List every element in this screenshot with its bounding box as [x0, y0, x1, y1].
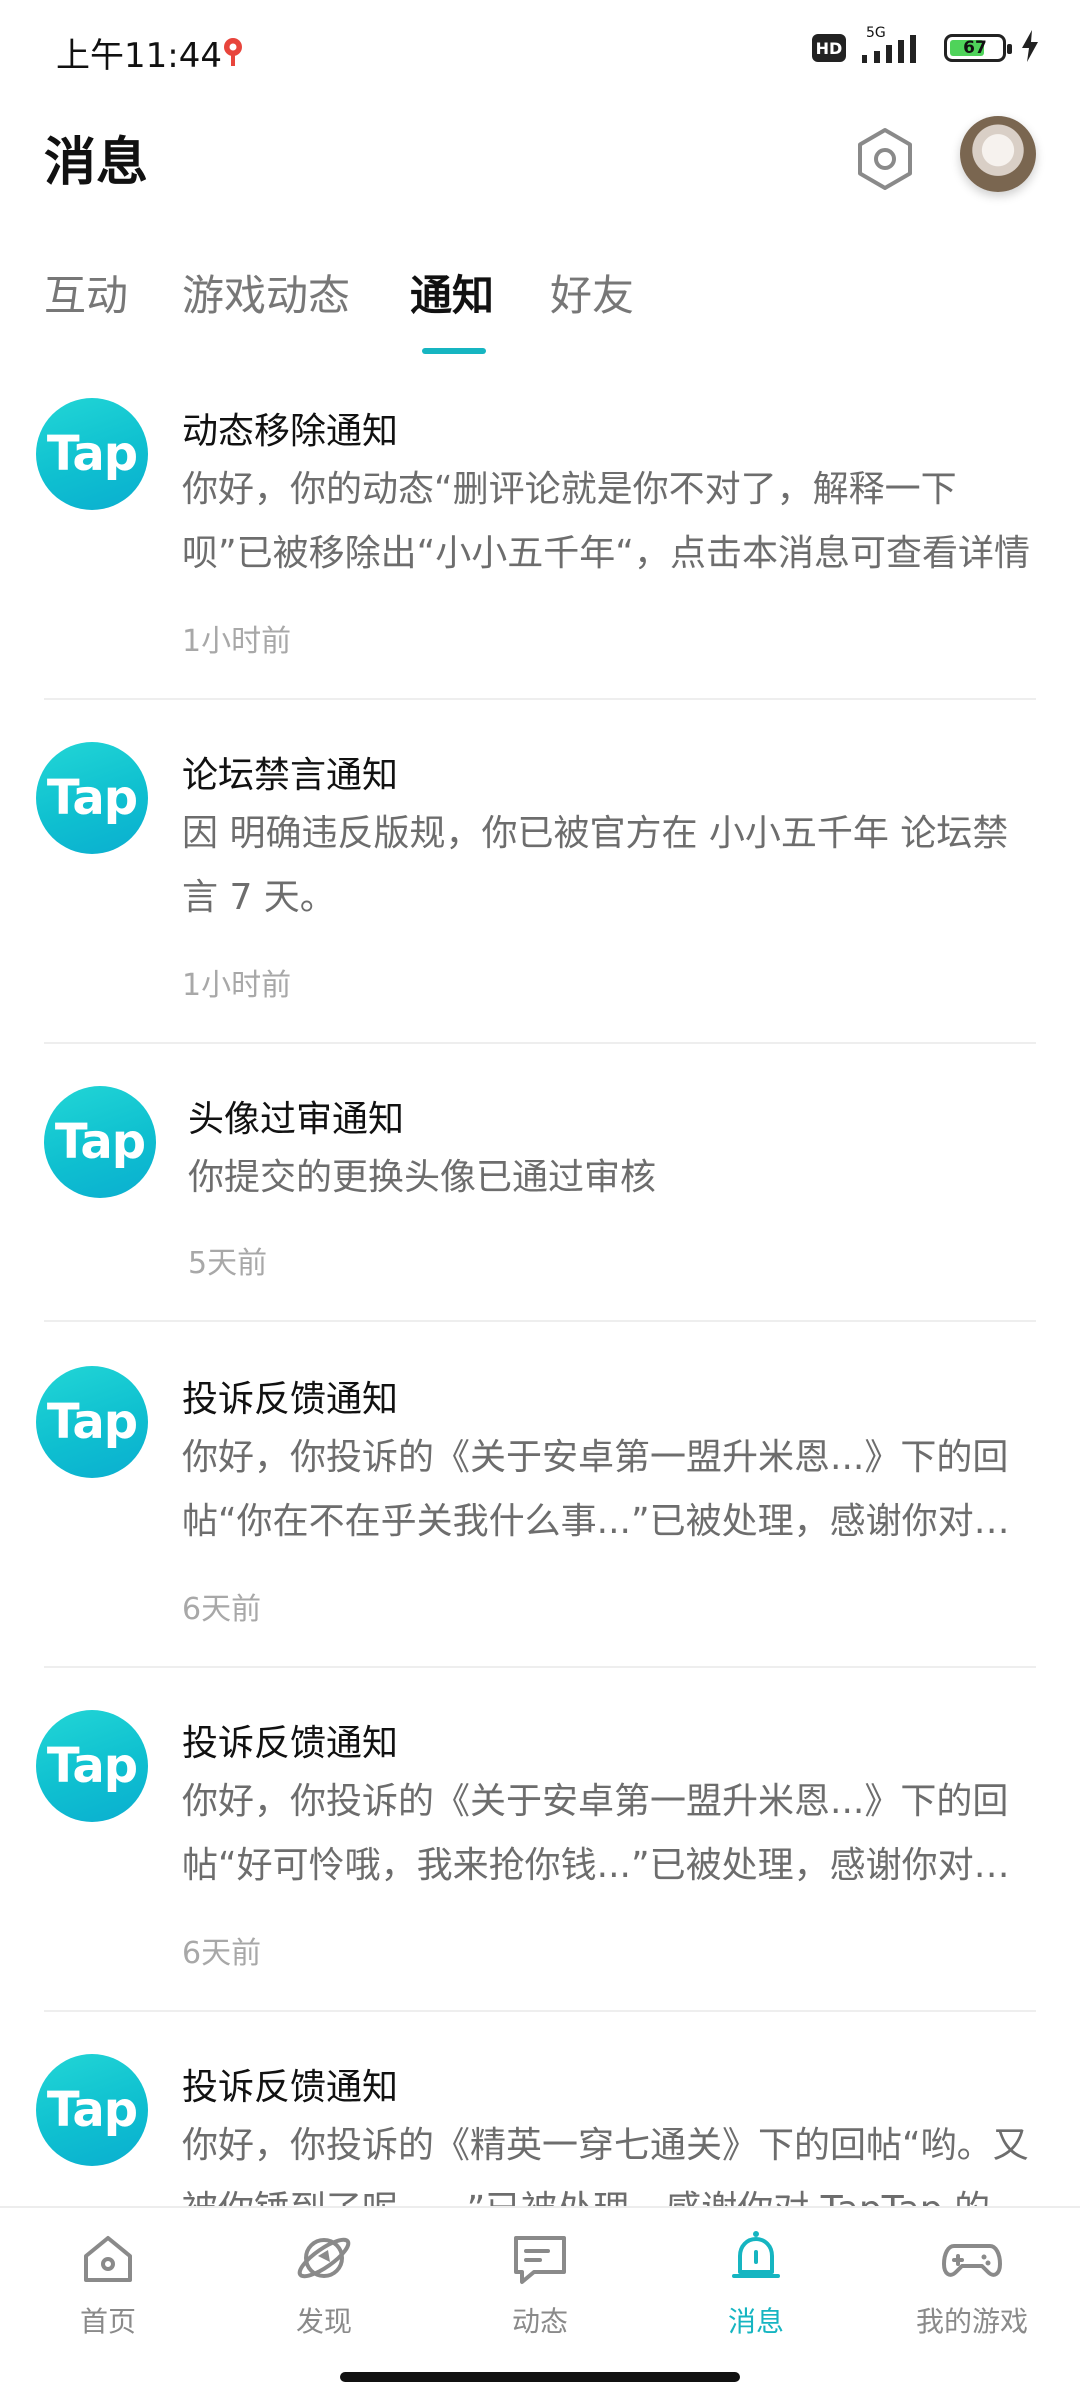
tab-interaction[interactable]: 互动 [44, 262, 128, 323]
network-type: 5G [866, 25, 886, 41]
notification-body: 因 明确违反版规，你已被官方在 小小五千年 论坛禁言 7 天。 [182, 813, 1009, 918]
notification-title: 投诉反馈通知 [182, 1723, 399, 1764]
notification-body: 你提交的更换头像已通过审核 [188, 1157, 657, 1198]
taptap-logo-icon: Tap [36, 742, 148, 854]
status-time: 上午11:44 [56, 36, 222, 76]
notification-body: 你好，你投诉的《关于安卓第一盟升米恩...》下的回帖“你在不在乎关我什么事...… [182, 1437, 1009, 1542]
divider [44, 698, 1036, 700]
battery-icon: 67 [944, 34, 1012, 62]
page-title: 消息 [44, 133, 149, 193]
battery-percentage: 67 [963, 38, 987, 58]
notification-body: 你好，你投诉的《关于安卓第一盟升米恩...》下的回帖“好可怜哦，我来抢你钱...… [182, 1781, 1009, 1886]
planet-icon [297, 2237, 351, 2279]
nav-label: 我的游戏 [915, 2305, 1028, 2338]
nav-messages[interactable]: 消息 [686, 2226, 826, 2340]
notification-title: 动态移除通知 [182, 411, 399, 452]
notification-time: 6天前 [182, 1936, 262, 1971]
settings-button[interactable] [852, 126, 918, 192]
status-bar: 上午11:44 HD 5G 67 [0, 0, 1080, 96]
home-indicator-bar[interactable] [340, 2372, 740, 2382]
nav-feed[interactable]: 动态 [470, 2226, 610, 2340]
notification-title: 投诉反馈通知 [182, 2067, 399, 2108]
nav-label: 消息 [727, 2305, 784, 2338]
divider [44, 1320, 1036, 1322]
taptap-logo-icon: Tap [36, 2054, 148, 2166]
taptap-logo-icon: Tap [44, 1086, 156, 1198]
nav-my-games[interactable]: 我的游戏 [902, 2226, 1042, 2340]
nav-label: 发现 [295, 2305, 352, 2338]
tab-friends[interactable]: 好友 [550, 262, 634, 323]
status-indicators: HD 5G 67 [812, 25, 1040, 66]
charging-icon [1020, 30, 1040, 66]
nav-label: 首页 [79, 2305, 136, 2338]
location-icon [220, 36, 246, 74]
notification-time: 1小时前 [182, 624, 292, 659]
notification-title: 论坛禁言通知 [182, 755, 399, 796]
nav-discover[interactable]: 发现 [254, 2226, 394, 2340]
tab-game-updates[interactable]: 游戏动态 [182, 262, 350, 323]
home-icon [84, 2236, 132, 2282]
nav-label: 动态 [511, 2305, 568, 2338]
taptap-logo-icon: Tap [36, 398, 148, 510]
settings-hexagon-icon [858, 128, 912, 190]
bottom-navigation: 首页 发现 动态 消息 我的游戏 [0, 2206, 1080, 2362]
taptap-logo-icon: Tap [36, 1366, 148, 1478]
user-avatar[interactable] [960, 116, 1036, 192]
nav-home[interactable]: 首页 [38, 2226, 178, 2340]
notification-title: 头像过审通知 [188, 1099, 405, 1140]
message-tabs: 互动 游戏动态 通知 好友 [0, 262, 1080, 354]
active-tab-indicator [422, 348, 486, 354]
hd-badge: HD [812, 34, 846, 62]
bell-icon [732, 2231, 780, 2278]
divider [44, 1042, 1036, 1044]
notification-body: 你好，你的动态“删评论就是你不对了，解释一下呗”已被移除出“小小五千年“，点击本… [182, 469, 1030, 574]
divider [44, 1666, 1036, 1668]
notification-time: 6天前 [182, 1592, 262, 1627]
battery-cap [1007, 44, 1012, 54]
chat-bubble-icon [514, 2236, 566, 2284]
gamepad-icon [942, 2244, 1002, 2277]
signal-icon: 5G [860, 25, 930, 65]
tab-notifications[interactable]: 通知 [410, 262, 494, 323]
divider [44, 2010, 1036, 2012]
notification-title: 投诉反馈通知 [182, 1379, 399, 1420]
notification-time: 1小时前 [182, 968, 292, 1003]
taptap-logo-icon: Tap [36, 1710, 148, 1822]
notification-time: 5天前 [188, 1246, 268, 1281]
